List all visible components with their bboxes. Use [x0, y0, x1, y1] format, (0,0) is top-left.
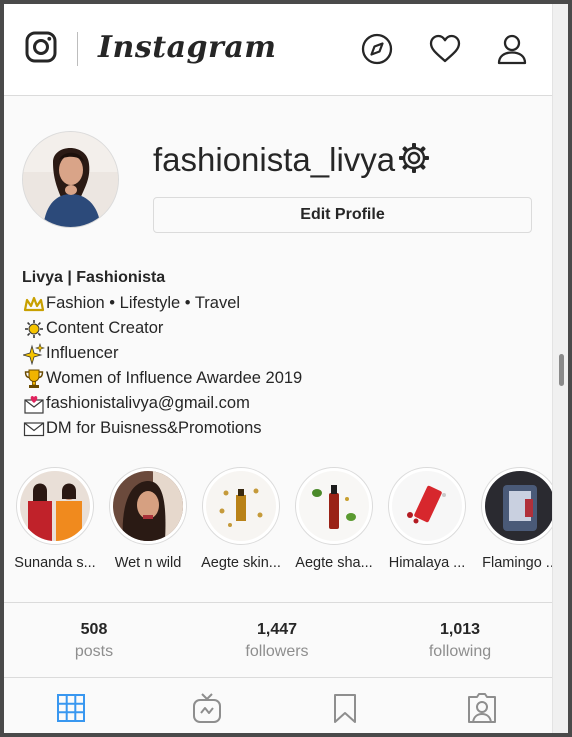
- following-label: following: [428, 643, 492, 660]
- sparkles-emoji-icon: [22, 342, 45, 365]
- edit-profile-button[interactable]: Edit Profile: [153, 197, 532, 233]
- header-divider: [77, 32, 78, 66]
- grid-icon[interactable]: [54, 691, 88, 725]
- igtv-icon[interactable]: [190, 691, 224, 725]
- highlight-item[interactable]: Aegte sha...: [288, 467, 380, 571]
- posts-label: posts: [74, 643, 114, 660]
- posts-stat[interactable]: 508 posts: [14, 619, 174, 663]
- posts-count: 508: [80, 621, 108, 638]
- following-count: 1,013: [439, 621, 481, 638]
- highlight-item[interactable]: Wet n wild: [102, 467, 194, 571]
- browser-window: Instagram fashionista_livya Edit Profile…: [0, 0, 572, 737]
- highlight-item[interactable]: Aegte skin...: [195, 467, 287, 571]
- story-highlights: Sunanda s... Wet n wild Aegte skin... Ae…: [4, 467, 559, 582]
- profile-avatar[interactable]: [22, 131, 119, 228]
- profile-stats: 508 posts 1,447 followers 1,013 followin…: [4, 602, 552, 678]
- followers-label: followers: [245, 643, 309, 660]
- trophy-emoji-icon: [22, 368, 45, 390]
- crown-emoji-icon: [22, 293, 45, 315]
- bio-email-link[interactable]: fashionistalivya@gmail.com: [46, 391, 250, 416]
- profile-username: fashionista_livya: [153, 141, 396, 178]
- bio-line: Women of Influence Awardee 2019: [22, 366, 542, 391]
- highlight-label: Sunanda s...: [14, 555, 96, 571]
- compass-icon[interactable]: [360, 32, 394, 66]
- tagged-icon[interactable]: [465, 691, 499, 725]
- bio-line: fashionistalivya@gmail.com: [22, 391, 542, 416]
- highlight-item[interactable]: Sunanda s...: [9, 467, 101, 571]
- saved-icon[interactable]: [328, 691, 362, 725]
- heart-icon[interactable]: [428, 32, 462, 66]
- vertical-scrollbar[interactable]: [552, 4, 568, 733]
- followers-stat[interactable]: 1,447 followers: [197, 619, 357, 663]
- instagram-camera-icon[interactable]: [24, 30, 58, 64]
- bio-line: Influencer: [22, 341, 542, 366]
- user-icon[interactable]: [495, 32, 529, 66]
- highlight-cover: [392, 471, 462, 541]
- highlight-cover: [113, 471, 183, 541]
- settings-gear-icon[interactable]: [397, 141, 431, 175]
- bio-line: Content Creator: [22, 316, 542, 341]
- profile-tab-bar: [4, 679, 552, 733]
- highlight-label: Aegte skin...: [201, 555, 281, 571]
- sun-emoji-icon: [22, 318, 45, 340]
- highlight-cover: [299, 471, 369, 541]
- instagram-wordmark[interactable]: Instagram: [98, 26, 277, 70]
- highlight-label: Aegte sha...: [295, 555, 373, 571]
- highlight-label: Wet n wild: [114, 555, 182, 571]
- followers-count: 1,447: [256, 621, 298, 638]
- highlight-cover: [485, 471, 555, 541]
- top-nav-bar: Instagram: [4, 4, 552, 96]
- following-stat[interactable]: 1,013 following: [380, 619, 540, 663]
- highlight-item[interactable]: Himalaya ...: [381, 467, 473, 571]
- envelope-heart-emoji-icon: [22, 393, 45, 415]
- highlight-cover: [20, 471, 90, 541]
- envelope-emoji-icon: [22, 418, 45, 440]
- highlight-label: Himalaya ...: [388, 555, 466, 571]
- bio-line: DM for Buisness&Promotions: [22, 416, 542, 441]
- bio-line: Fashion • Lifestyle • Travel: [22, 291, 542, 316]
- profile-bio: Livya | Fashionista Fashion • Lifestyle …: [22, 266, 542, 441]
- scrollbar-thumb[interactable]: [559, 354, 564, 386]
- avatar-photo: [23, 132, 118, 227]
- highlight-cover: [206, 471, 276, 541]
- bio-display-name: Livya | Fashionista: [22, 269, 166, 286]
